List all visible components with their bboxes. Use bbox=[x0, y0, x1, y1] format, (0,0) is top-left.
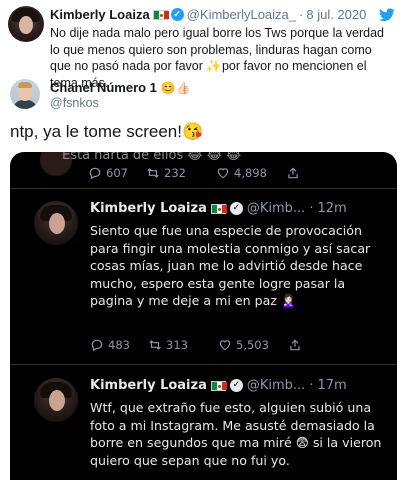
tweet-header: Kimberly Loaiza ✓ @Kimb... · 17m bbox=[90, 378, 347, 393]
share-action bbox=[286, 166, 300, 180]
tweet-author-handle: @Kimb... bbox=[246, 201, 306, 216]
quoted-author-handle[interactable]: @KimberlyLoaiza_ bbox=[187, 7, 296, 22]
verified-badge-icon: ✓ bbox=[229, 202, 243, 215]
quoted-date[interactable]: 8 jul. 2020 bbox=[306, 7, 366, 22]
tweet-author-name: Kimberly Loaiza bbox=[90, 378, 207, 393]
share-icon bbox=[290, 339, 300, 351]
screenshot-tweet-2: Kimberly Loaiza ✓ @Kimb... · 17m Wtf, qu… bbox=[10, 364, 397, 480]
separator-dot: · bbox=[309, 378, 314, 393]
author-handle[interactable]: @fsnkos bbox=[50, 96, 99, 110]
tweet-avatar bbox=[34, 201, 78, 245]
author-name-text: Chanel Número 1 bbox=[50, 80, 157, 95]
retweet-icon bbox=[149, 340, 161, 350]
mexico-flag-icon bbox=[210, 380, 227, 391]
retweet-icon bbox=[147, 168, 159, 178]
reply-action: 607 bbox=[88, 166, 146, 180]
attached-screenshot-image[interactable]: Esta harta de ellos 😂 😂 😂 607 232 4,898 … bbox=[10, 152, 397, 480]
tweet-text: ntp, ya le tome screen!😘 bbox=[10, 122, 204, 141]
like-action: 5,503 bbox=[218, 338, 288, 352]
quoted-header: Kimberly Loaiza ✓ @KimberlyLoaiza_ · 8 j… bbox=[50, 7, 366, 22]
tweet-header: Kimberly Loaiza ✓ @Kimb... · 12m bbox=[90, 201, 347, 216]
author-emoji: 😊👍🏻 bbox=[160, 81, 191, 95]
tweet-author-name: Kimberly Loaiza bbox=[90, 201, 207, 216]
author-name[interactable]: Chanel Número 1 😊👍🏻 bbox=[50, 80, 190, 95]
share-icon bbox=[288, 167, 298, 179]
tweet-avatar bbox=[34, 378, 78, 422]
tweet-author-handle: @Kimb... bbox=[246, 378, 306, 393]
separator-dot: · bbox=[299, 7, 304, 22]
author-avatar[interactable] bbox=[10, 79, 40, 109]
separator-dot: · bbox=[309, 201, 314, 216]
quoted-avatar[interactable] bbox=[8, 6, 44, 42]
screenshot-tweet-1: Kimberly Loaiza ✓ @Kimb... · 12m Siento … bbox=[10, 188, 397, 360]
heart-icon bbox=[219, 340, 231, 351]
reply-icon bbox=[89, 167, 101, 180]
reply-count: 483 bbox=[108, 338, 130, 352]
like-count: 4,898 bbox=[234, 166, 267, 180]
mexico-flag-icon bbox=[210, 203, 227, 214]
reply-action: 483 bbox=[90, 338, 148, 352]
sparkle-emoji: ✨ bbox=[206, 59, 222, 73]
retweet-action: 313 bbox=[148, 338, 218, 352]
twitter-logo-icon[interactable] bbox=[379, 8, 395, 22]
retweet-count: 232 bbox=[164, 166, 186, 180]
like-count: 5,503 bbox=[236, 338, 269, 352]
reply-count: 607 bbox=[106, 166, 128, 180]
tweet-author[interactable]: Chanel Número 1 😊👍🏻 @fsnkos bbox=[0, 78, 405, 112]
tweet-1-action-row: 483 313 5,503 bbox=[90, 338, 302, 352]
share-action bbox=[288, 338, 302, 352]
top-action-row: 607 232 4,898 bbox=[88, 166, 300, 180]
tweet-time: 12m bbox=[317, 201, 347, 216]
verified-badge-icon: ✓ bbox=[170, 8, 184, 21]
retweet-count: 313 bbox=[166, 338, 188, 352]
reply-icon bbox=[91, 339, 103, 352]
heart-icon bbox=[217, 168, 229, 179]
quoted-tweet[interactable]: Kimberly Loaiza ✓ @KimberlyLoaiza_ · 8 j… bbox=[0, 0, 405, 90]
cut-tweet-text: Esta harta de ellos 😂 😂 😂 bbox=[62, 152, 242, 163]
tweet-time: 17m bbox=[317, 378, 347, 393]
mexico-flag-icon bbox=[152, 9, 169, 20]
verified-badge-icon: ✓ bbox=[229, 379, 243, 392]
retweet-action: 232 bbox=[146, 166, 216, 180]
quoted-author-name[interactable]: Kimberly Loaiza bbox=[50, 7, 150, 22]
like-action: 4,898 bbox=[216, 166, 286, 180]
tweet-body: Wtf, que extraño fue esto, alguien subió… bbox=[90, 400, 382, 468]
tweet-body: Siento que fue una especie de provocació… bbox=[90, 223, 371, 309]
